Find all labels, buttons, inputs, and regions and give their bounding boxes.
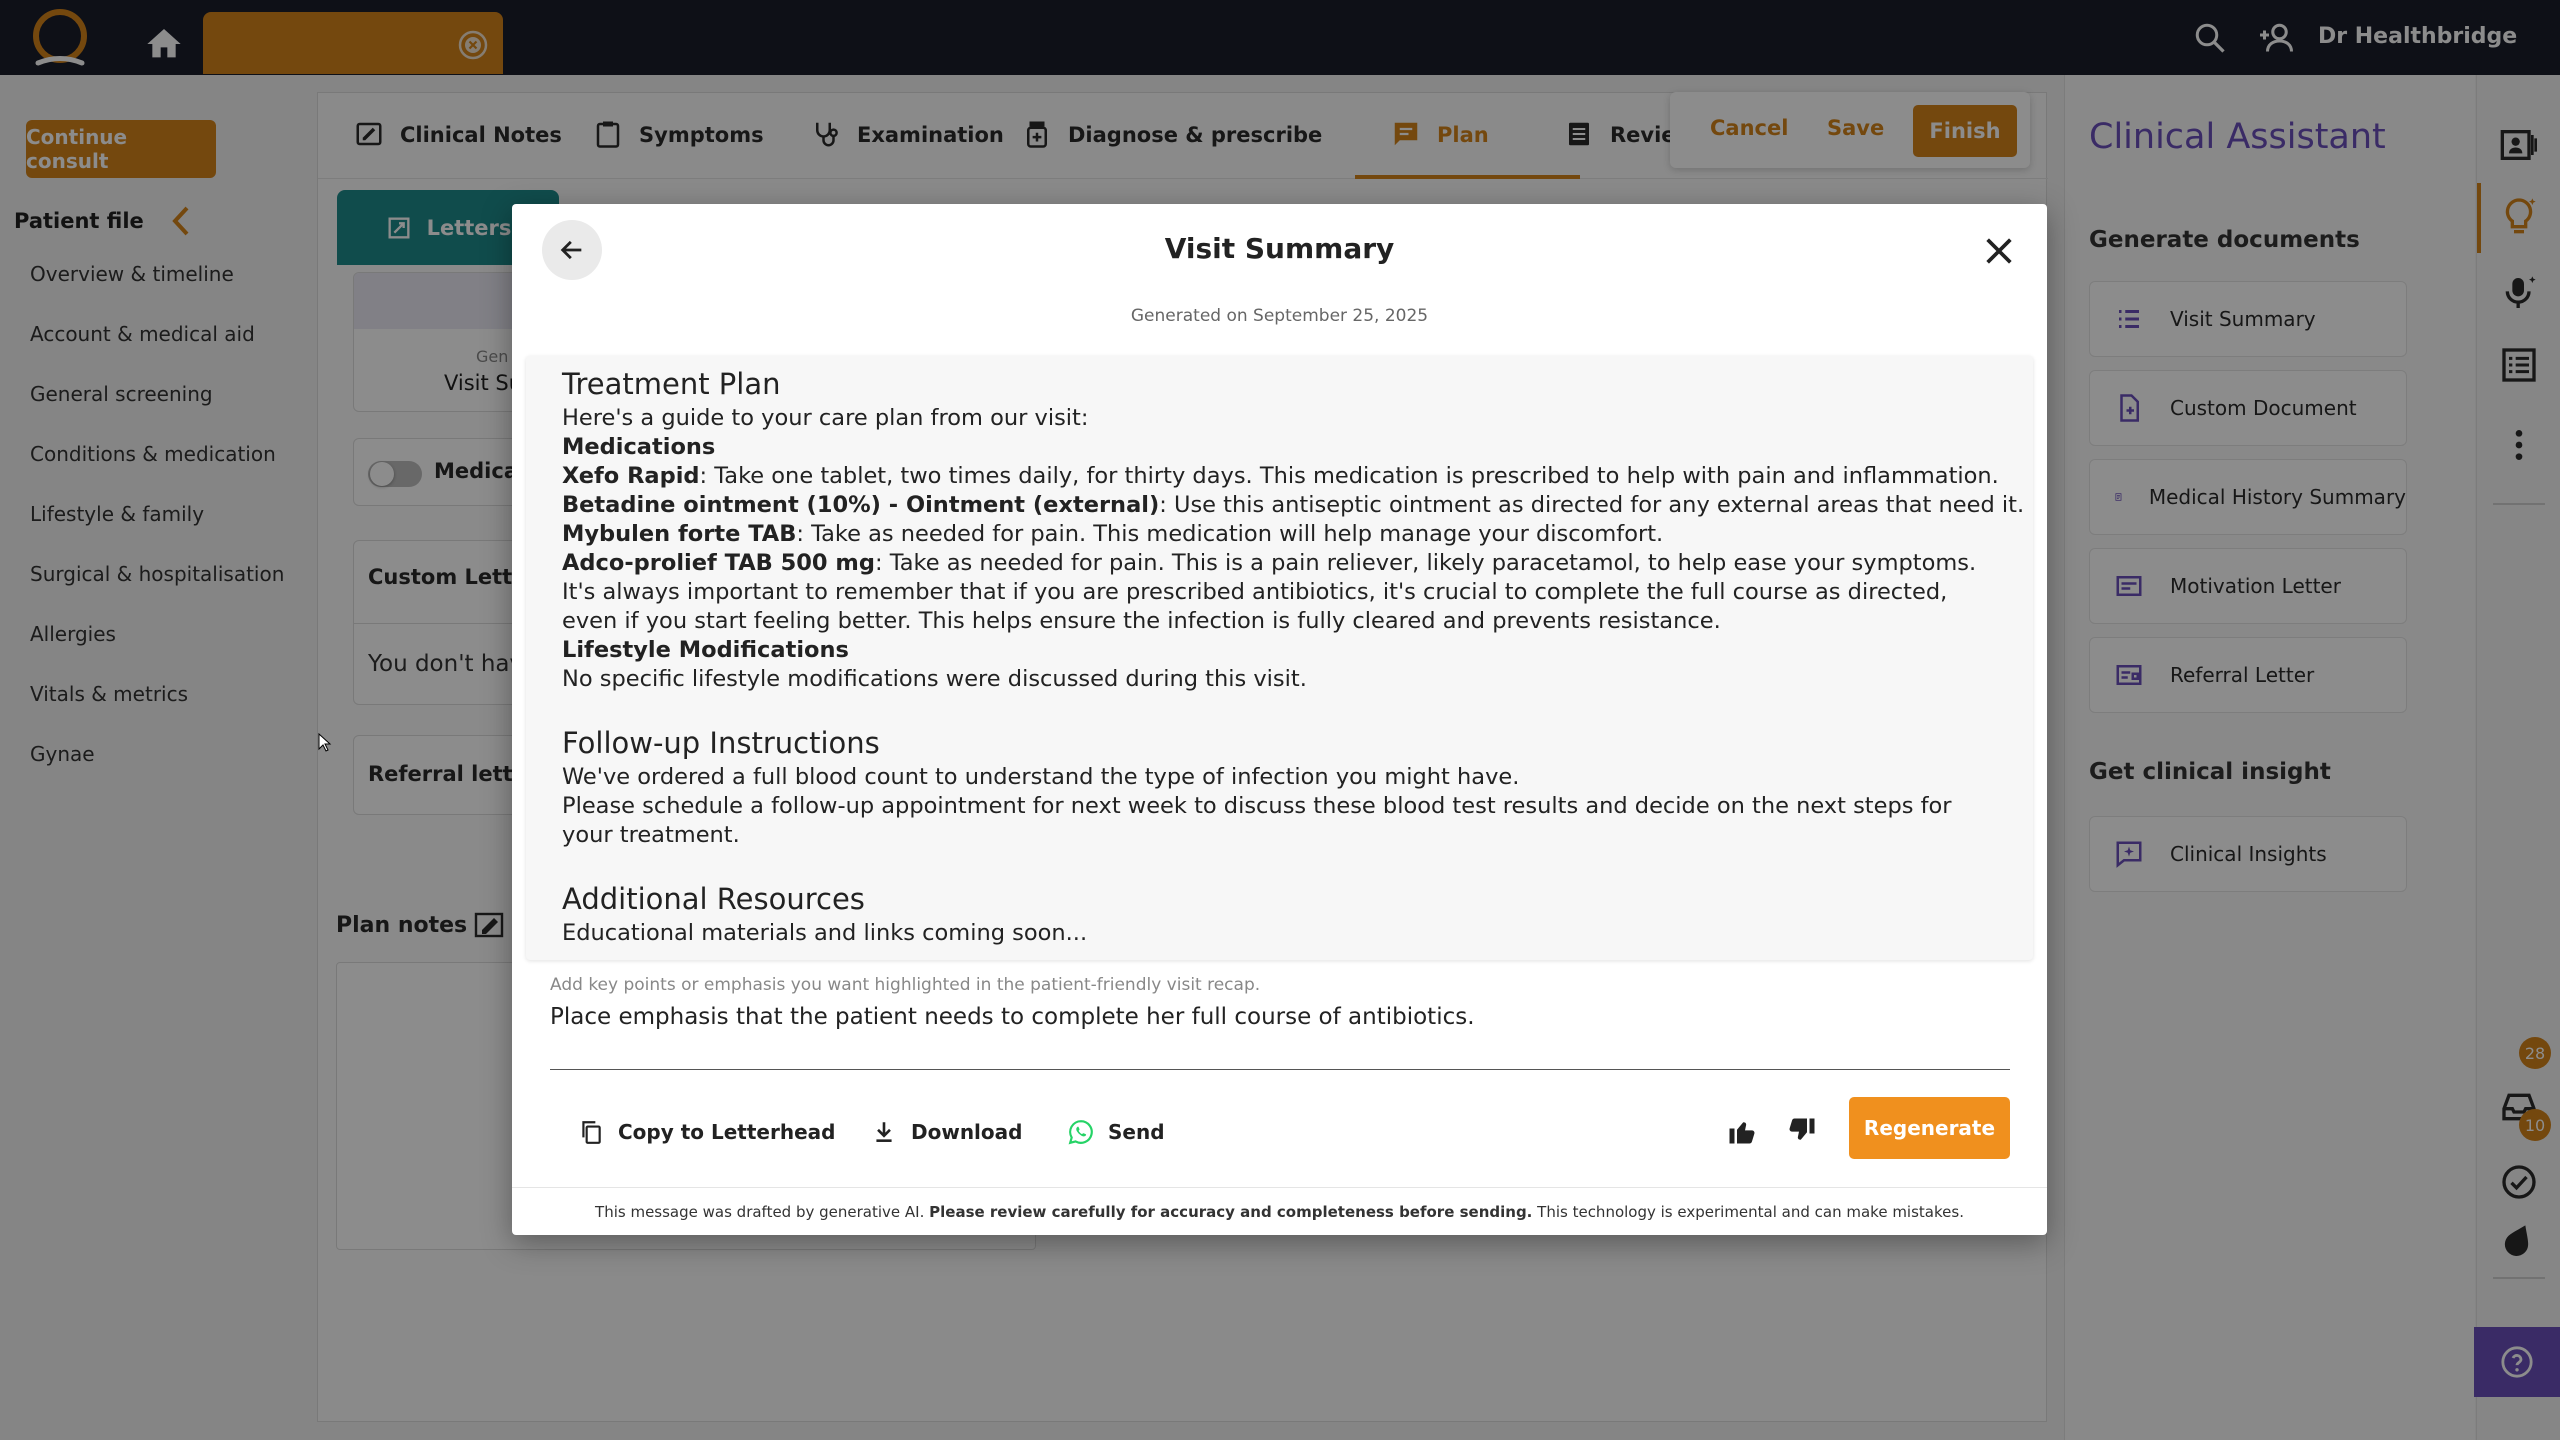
disclaimer-text: This technology is experimental and can … (1532, 1202, 1964, 1221)
send-label: Send (1108, 1120, 1165, 1144)
close-icon[interactable] (1982, 234, 2016, 268)
medication-item: Mybulen forte TAB: Take as needed for pa… (562, 520, 1997, 549)
send-whatsapp-button[interactable]: Send (1068, 1112, 1165, 1152)
modal-title: Visit Summary (1164, 232, 1395, 265)
emphasis-hint: Add key points or emphasis you want high… (550, 975, 1261, 995)
resources-heading: Additional Resources (562, 882, 865, 916)
disclaimer-text: This message was drafted by generative A… (595, 1202, 930, 1221)
medication-item: Adco-prolief TAB 500 mg: Take as needed … (562, 549, 1997, 578)
followup-line: We've ordered a full blood count to unde… (562, 764, 1520, 790)
generated-date: Generated on September 25, 2025 (1130, 306, 1429, 326)
download-button[interactable]: Download (871, 1112, 1022, 1152)
whatsapp-icon (1068, 1120, 1093, 1145)
ai-disclaimer: This message was drafted by generative A… (512, 1187, 2047, 1235)
mouse-cursor-icon (318, 733, 332, 752)
regenerate-button[interactable]: Regenerate (1849, 1097, 2010, 1159)
thumbs-up-icon[interactable] (1727, 1116, 1757, 1146)
copy-label: Copy to Letterhead (618, 1120, 836, 1144)
download-label: Download (911, 1120, 1023, 1144)
lifestyle-text: No specific lifestyle modifications were… (562, 666, 1307, 692)
copy-icon (582, 1121, 601, 1144)
medication-name: Mybulen forte TAB (562, 521, 797, 547)
followup-heading: Follow-up Instructions (562, 726, 880, 760)
summary-intro: Here's a guide to your care plan from ou… (562, 405, 1089, 431)
medication-name: Betadine ointment (10%) - Ointment (exte… (562, 492, 1160, 518)
medication-name: Adco-prolief TAB 500 mg (562, 550, 875, 576)
thumbs-down-icon[interactable] (1787, 1116, 1817, 1146)
followup-line: Please schedule a follow-up appointment … (562, 793, 1952, 848)
visit-summary-modal: Visit Summary Generated on September 25,… (512, 204, 2047, 1235)
antibiotic-note: It's always important to remember that i… (562, 579, 1948, 634)
medication-item: Xefo Rapid: Take one tablet, two times d… (562, 462, 1999, 491)
medication-instructions: : Take as needed for pain. This is a pai… (874, 550, 1977, 576)
medication-name: Xefo Rapid (562, 463, 700, 489)
emphasis-input[interactable]: Place emphasis that the patient needs to… (550, 1000, 2010, 1070)
medications-heading: Medications (562, 434, 716, 460)
medication-instructions: : Take one tablet, two times daily, for … (699, 463, 1999, 489)
download-icon (876, 1122, 892, 1142)
resources-text: Educational materials and links coming s… (562, 920, 1088, 946)
medication-instructions: : Use this antiseptic ointment as direct… (1159, 492, 2025, 518)
visit-summary-content: Treatment Plan Here's a guide to your ca… (526, 356, 2033, 960)
treatment-plan-heading: Treatment Plan (562, 367, 781, 401)
medication-instructions: : Take as needed for pain. This medicati… (796, 521, 1664, 547)
copy-to-letterhead-button[interactable]: Copy to Letterhead (578, 1112, 835, 1152)
disclaimer-bold: Please review carefully for accuracy and… (929, 1202, 1533, 1221)
lifestyle-heading: Lifestyle Modifications (562, 637, 849, 663)
medication-item: Betadine ointment (10%) - Ointment (exte… (562, 491, 2024, 520)
